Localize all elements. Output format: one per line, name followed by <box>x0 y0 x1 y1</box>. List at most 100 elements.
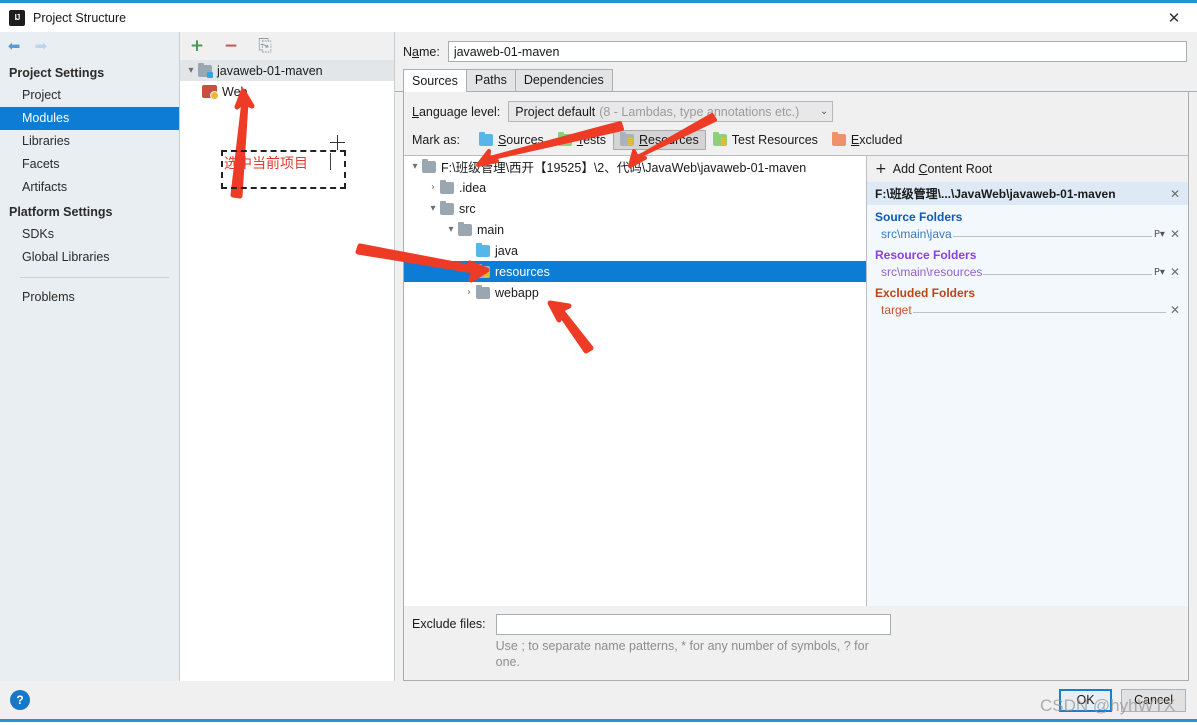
exclude-files-group: Use ; to separate name patterns, * for a… <box>496 614 891 670</box>
tree-row-selected[interactable]: resources <box>404 261 866 282</box>
module-list-toolbar: + − ⎘ <box>180 32 394 60</box>
tree-row-label: .idea <box>459 181 486 195</box>
sidebar-item-libraries[interactable]: Libraries <box>0 130 179 153</box>
excluded-folders-title: Excluded Folders <box>867 281 1188 302</box>
tab-sources[interactable]: Sources <box>403 69 467 92</box>
tree-row[interactable]: › webapp <box>404 282 866 303</box>
tree-row[interactable]: ▾ main <box>404 219 866 240</box>
language-level-select[interactable]: Project default (8 - Lambdas, type annot… <box>508 101 833 122</box>
dialog-footer: ? OK Cancel <box>0 681 1197 719</box>
title-bar: Project Structure ✕ <box>0 3 1197 32</box>
cancel-button[interactable]: Cancel <box>1121 689 1186 712</box>
forward-arrow-icon[interactable]: ➡ <box>32 37 50 55</box>
copy-module-icon[interactable]: ⎘ <box>255 36 275 56</box>
resource-folder-row: src\main\resources P▾ ✕ <box>867 264 1188 281</box>
remove-source-folder-icon[interactable]: ✕ <box>1168 227 1182 241</box>
tab-dependencies[interactable]: Dependencies <box>515 69 613 91</box>
tree-row-label: resources <box>495 265 550 279</box>
name-label: Name: <box>403 45 440 59</box>
sources-split: ▾ F:\班级管理\西开【19525】\2、代码\JavaWeb\javaweb… <box>404 155 1188 606</box>
resource-folders-title: Resource Folders <box>867 243 1188 264</box>
exclude-files-row: Exclude files: Use ; to separate name pa… <box>404 606 1188 680</box>
add-content-root-button[interactable]: + Add Content Root <box>867 156 1188 182</box>
mark-as-test-resources-button[interactable]: Test Resources <box>706 130 825 150</box>
ok-button[interactable]: OK <box>1059 689 1112 712</box>
excluded-folder-path[interactable]: target <box>881 303 912 317</box>
module-name-input[interactable] <box>448 41 1187 62</box>
tests-folder-icon <box>558 134 572 146</box>
sidebar-item-problems[interactable]: Problems <box>0 286 179 309</box>
resource-folder-path[interactable]: src\main\resources <box>881 265 982 279</box>
module-folder-icon <box>198 65 212 77</box>
chevron-right-icon[interactable]: › <box>426 182 440 193</box>
mark-as-excluded-label: Excluded <box>851 133 902 147</box>
tree-row-label: main <box>477 223 504 237</box>
mark-as-excluded-button[interactable]: Excluded <box>825 130 909 150</box>
row-underline <box>953 236 1152 237</box>
tree-row-label: F:\班级管理\西开【19525】\2、代码\JavaWeb\javaweb-0… <box>441 157 806 176</box>
exclude-files-hint: Use ; to separate name patterns, * for a… <box>496 638 891 670</box>
excluded-folder-row: target ✕ <box>867 302 1188 319</box>
row-underline <box>983 274 1152 275</box>
sidebar-item-facets[interactable]: Facets <box>0 153 179 176</box>
exclude-files-input[interactable] <box>496 614 891 635</box>
mark-as-tests-button[interactable]: Tests <box>551 130 613 150</box>
tab-paths[interactable]: Paths <box>466 69 516 91</box>
chevron-down-icon[interactable]: ▾ <box>408 161 422 172</box>
tree-row[interactable]: java <box>404 240 866 261</box>
intellij-idea-icon <box>9 10 25 26</box>
back-arrow-icon[interactable]: ⬅ <box>5 37 23 55</box>
source-folders-title: Source Folders <box>867 205 1188 226</box>
sources-folder-icon <box>476 245 490 257</box>
tree-row[interactable]: › .idea <box>404 177 866 198</box>
sidebar-section-project-settings: Project Settings <box>0 62 179 84</box>
excluded-folder-icon <box>832 134 846 146</box>
mark-as-sources-button[interactable]: Sources <box>472 130 551 150</box>
test-resources-folder-icon <box>713 134 727 146</box>
module-editor: Name: Sources Paths Dependencies Languag… <box>395 32 1197 681</box>
exclude-files-label: Exclude files: <box>412 614 486 631</box>
chevron-right-icon[interactable]: › <box>462 287 476 298</box>
tree-row-label: webapp <box>495 286 539 300</box>
tree-row[interactable]: ▾ src <box>404 198 866 219</box>
package-prefix-icon[interactable]: P▾ <box>1154 267 1165 278</box>
tree-row-label: java <box>495 244 518 258</box>
language-level-detail: (8 - Lambdas, type annotations etc.) <box>599 105 820 119</box>
mark-as-sources-label: Sources <box>498 133 544 147</box>
web-facet-icon <box>202 85 217 98</box>
sidebar-item-artifacts[interactable]: Artifacts <box>0 176 179 199</box>
help-icon[interactable]: ? <box>10 690 30 710</box>
sidebar-item-sdks[interactable]: SDKs <box>0 223 179 246</box>
mark-as-label: Mark as: <box>412 133 460 147</box>
mark-as-test-resources-label: Test Resources <box>732 133 818 147</box>
remove-excluded-folder-icon[interactable]: ✕ <box>1168 303 1182 317</box>
remove-module-icon[interactable]: − <box>221 36 241 56</box>
tree-row[interactable]: ▾ F:\班级管理\西开【19525】\2、代码\JavaWeb\javaweb… <box>404 156 866 177</box>
sidebar-item-project[interactable]: Project <box>0 84 179 107</box>
sidebar-item-modules[interactable]: Modules <box>0 107 179 130</box>
add-module-icon[interactable]: + <box>187 36 207 56</box>
folder-icon <box>440 182 454 194</box>
sidebar-item-global-libraries[interactable]: Global Libraries <box>0 246 179 269</box>
module-label: javaweb-01-maven <box>217 64 323 78</box>
module-row-web-facet[interactable]: Web <box>180 81 394 102</box>
mark-as-resources-label: Resources <box>639 133 699 147</box>
source-folder-path[interactable]: src\main\java <box>881 227 952 241</box>
chevron-down-icon[interactable]: ▾ <box>444 224 458 235</box>
mark-as-resources-button[interactable]: Resources <box>613 130 706 150</box>
language-level-row: Language level: Project default (8 - Lam… <box>404 92 1188 128</box>
package-prefix-icon[interactable]: P▾ <box>1154 229 1165 240</box>
chevron-down-icon[interactable]: ▾ <box>184 65 198 76</box>
module-list-panel: + − ⎘ ▾ javaweb-01-maven Web <box>180 32 395 681</box>
mark-as-row: Mark as: Sources Tests Resources <box>404 128 1188 155</box>
close-icon[interactable]: ✕ <box>1151 3 1197 32</box>
settings-sidebar: ⬅ ➡ Project Settings Project Modules Lib… <box>0 32 180 681</box>
chevron-down-icon[interactable]: ▾ <box>426 203 440 214</box>
remove-content-root-icon[interactable]: ✕ <box>1168 187 1182 201</box>
project-structure-dialog: Project Structure ✕ ⬅ ➡ Project Settings… <box>0 0 1197 722</box>
row-underline <box>913 312 1166 313</box>
remove-resource-folder-icon[interactable]: ✕ <box>1168 265 1182 279</box>
content-root-tree: ▾ F:\班级管理\西开【19525】\2、代码\JavaWeb\javaweb… <box>404 156 866 606</box>
module-row-javaweb-01-maven[interactable]: ▾ javaweb-01-maven <box>180 60 394 81</box>
chevron-down-icon: ⌄ <box>820 106 828 117</box>
